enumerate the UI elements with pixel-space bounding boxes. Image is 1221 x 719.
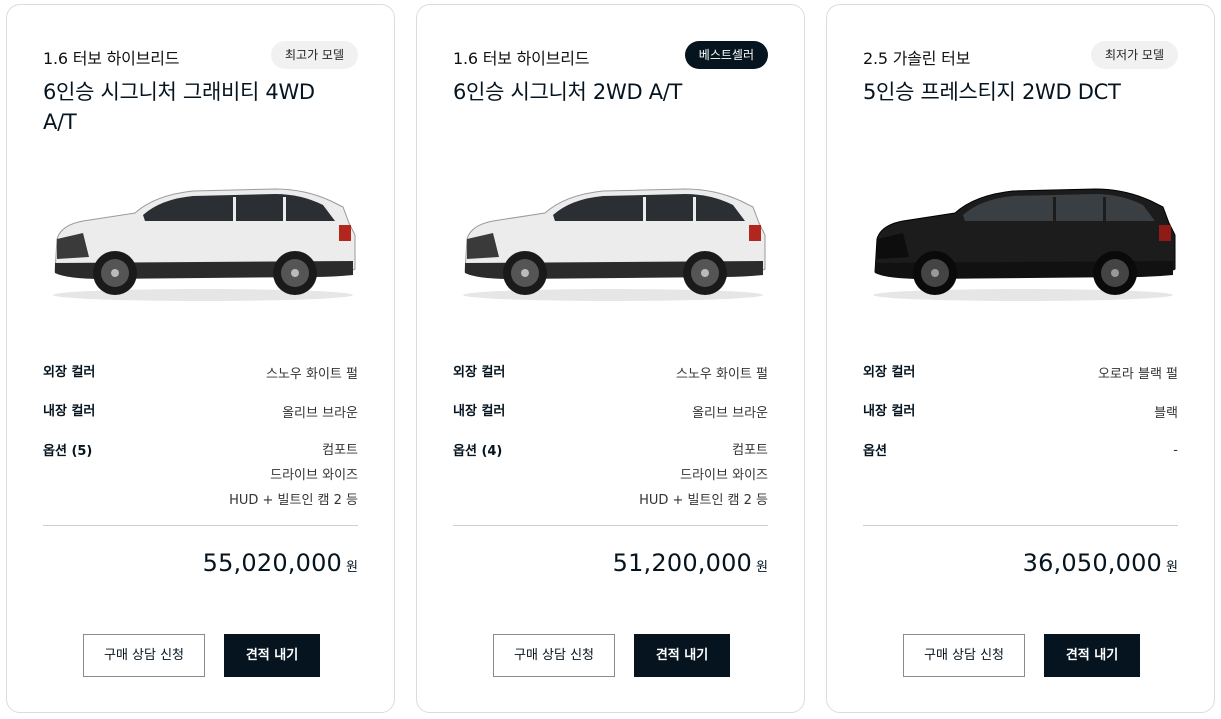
car-image-black-suv <box>873 188 1176 301</box>
interior-color-label: 내장 컬러 <box>43 404 96 419</box>
interior-color-value: 블랙 <box>1154 406 1178 421</box>
option-item: HUD + 빌트인 캠 2 등 <box>229 493 358 508</box>
car-image-white-suv <box>53 188 356 301</box>
exterior-color-value: 오로라 블랙 펄 <box>1097 367 1178 382</box>
get-quote-button[interactable]: 견적 내기 <box>224 634 320 677</box>
engine-type: 1.6 터보 하이브리드 <box>43 49 180 68</box>
get-quote-button[interactable]: 견적 내기 <box>1044 634 1140 677</box>
option-item: 드라이브 와이즈 <box>680 468 768 483</box>
divider <box>453 525 768 526</box>
exterior-color-label: 외장 컬러 <box>863 365 916 380</box>
trim-title: 6인승 시그니처 그래비티 4WD A/T <box>43 80 315 134</box>
engine-type: 2.5 가솔린 터보 <box>863 49 971 68</box>
option-item: 컴포트 <box>322 443 358 458</box>
exterior-color-value: 스노우 화이트 펄 <box>266 367 358 382</box>
model-badge: 최저가 모델 <box>1090 41 1178 69</box>
trim-card: 1.6 터보 하이브리드 최고가 모델 6인승 시그니처 그래비티 4WD A/… <box>6 4 395 713</box>
purchase-consultation-button[interactable]: 구매 상담 신청 <box>493 634 615 677</box>
trim-card: 2.5 가솔린 터보 최저가 모델 5인승 프레스티지 2WD DCT 외장 컬… <box>826 4 1215 713</box>
options-list: 컴포트 드라이브 와이즈 HUD + 빌트인 캠 2 등 <box>229 442 358 517</box>
interior-color-label: 내장 컬러 <box>453 404 506 419</box>
price-currency: 원 <box>346 560 358 575</box>
price-currency: 원 <box>756 560 768 575</box>
trim-title: 6인승 시그니처 2WD A/T <box>453 80 683 104</box>
price-amount: 51,200,000 <box>612 549 753 577</box>
option-item: HUD + 빌트인 캠 2 등 <box>639 493 768 508</box>
divider <box>43 525 358 526</box>
price: 55,020,000 원 <box>203 549 358 577</box>
option-item: - <box>1173 443 1178 458</box>
trim-title: 5인승 프레스티지 2WD DCT <box>863 80 1121 104</box>
price: 36,050,000 원 <box>1023 549 1178 577</box>
price-amount: 55,020,000 <box>202 549 343 577</box>
options-label: 옵션 <box>863 444 887 459</box>
option-item: 컴포트 <box>732 443 768 458</box>
options-list: 컴포트 드라이브 와이즈 HUD + 빌트인 캠 2 등 <box>639 442 768 517</box>
interior-color-value: 올리브 브라운 <box>692 406 768 421</box>
options-list: - <box>1173 442 1178 467</box>
car-image-white-suv <box>463 188 766 301</box>
trim-card: 1.6 터보 하이브리드 베스트셀러 6인승 시그니처 2WD A/T 외장 컬… <box>416 4 805 713</box>
options-label: 옵션 (5) <box>43 444 93 459</box>
purchase-consultation-button[interactable]: 구매 상담 신청 <box>903 634 1025 677</box>
exterior-color-label: 외장 컬러 <box>43 365 96 380</box>
model-badge: 베스트셀러 <box>684 41 768 69</box>
get-quote-button[interactable]: 견적 내기 <box>634 634 730 677</box>
engine-type: 1.6 터보 하이브리드 <box>453 49 590 68</box>
option-item: 드라이브 와이즈 <box>270 468 358 483</box>
options-label: 옵션 (4) <box>453 444 503 459</box>
divider <box>863 525 1178 526</box>
model-badge: 최고가 모델 <box>270 41 358 69</box>
interior-color-value: 올리브 브라운 <box>282 406 358 421</box>
exterior-color-label: 외장 컬러 <box>453 365 506 380</box>
price-currency: 원 <box>1166 560 1178 575</box>
exterior-color-value: 스노우 화이트 펄 <box>676 367 768 382</box>
price: 51,200,000 원 <box>613 549 768 577</box>
interior-color-label: 내장 컬러 <box>863 404 916 419</box>
purchase-consultation-button[interactable]: 구매 상담 신청 <box>83 634 205 677</box>
price-amount: 36,050,000 <box>1022 549 1163 577</box>
